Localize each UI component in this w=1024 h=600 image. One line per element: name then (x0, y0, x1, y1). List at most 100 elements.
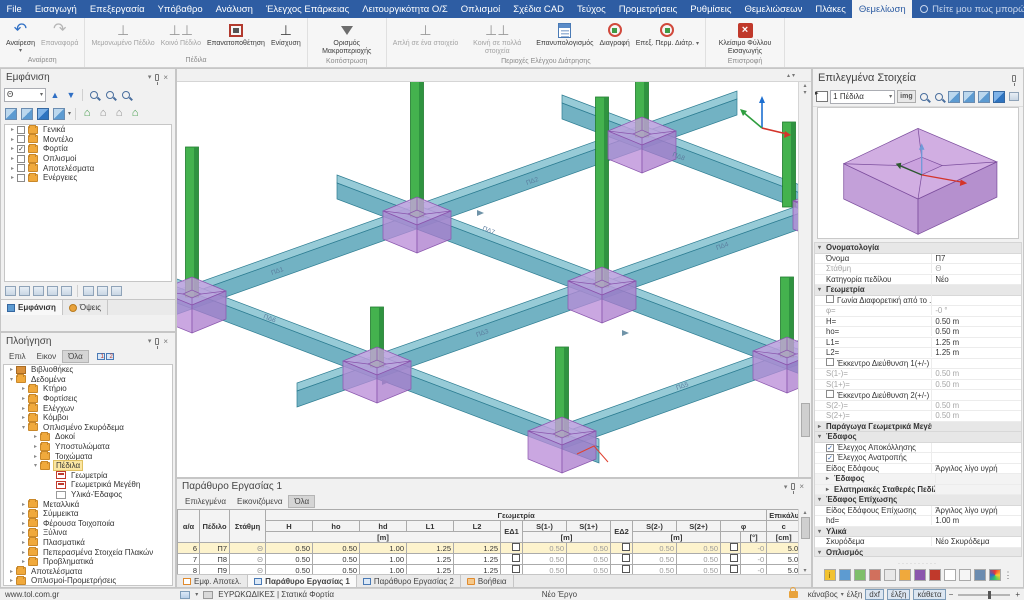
pin-icon[interactable] (155, 74, 159, 81)
viewport-vscrollbar[interactable]: ▴ ▾ (798, 82, 811, 477)
cell-ed2-checkbox[interactable] (611, 543, 633, 554)
property-row[interactable]: L2= 1.25 m (815, 348, 1021, 359)
export-excel-icon[interactable] (854, 569, 866, 581)
cell-aa[interactable]: 6 (178, 543, 200, 554)
pin-icon[interactable] (155, 338, 159, 345)
find-icon[interactable] (33, 286, 44, 296)
display-tree-item[interactable]: ▸ Γενικά (5, 125, 171, 135)
expand-icon[interactable]: ▸ (8, 136, 17, 143)
macro-region-button[interactable]: Ορισμός Μακροπεριοχής (311, 19, 383, 57)
close-entry-sheet-button[interactable]: × Κλείσιμο Φύλλου Εισαγωγής (709, 19, 781, 57)
section-arrow-icon[interactable]: ▸ (823, 486, 832, 493)
cell-aa[interactable]: 7 (178, 554, 200, 565)
property-row[interactable]: Κατηγορία πεδίλου Νέο (815, 275, 1021, 286)
property-row[interactable]: L1= 1.25 m (815, 338, 1021, 349)
tab-work-window-2[interactable]: Παράθυρο Εργασίας 2 (357, 575, 461, 587)
scroll-up-icon[interactable]: ▴ (803, 509, 806, 516)
col-header-s2m[interactable]: S(2-) (633, 521, 677, 532)
property-row[interactable]: Έκκεντρο Διεύθυνση 1(+/-) (815, 359, 1021, 370)
expand-icon[interactable]: ▸ (31, 443, 40, 450)
expand-icon[interactable]: ▸ (8, 126, 17, 133)
menu-item[interactable]: Προμετρήσεις (612, 0, 683, 18)
expand-icon[interactable]: ▾ (7, 376, 16, 383)
zoom-extents-icon[interactable] (918, 90, 931, 103)
property-row[interactable]: ▾ Έδαφος (815, 432, 1021, 443)
property-row[interactable]: ✓Έλεγχος Ανατροπής (815, 453, 1021, 464)
nav-tree-item[interactable]: ▸ Ξύλινα (4, 528, 172, 538)
property-row[interactable]: Όνομα Π7 (815, 254, 1021, 265)
ww-filter-shown[interactable]: Εικονιζόμενα (232, 496, 287, 507)
scroll-down-icon[interactable]: ▾ (792, 72, 795, 79)
property-value[interactable]: Θ (932, 264, 1021, 273)
expand-icon[interactable]: ▾ (31, 462, 40, 469)
nav-tree-item[interactable]: ▸ Φέρουσα Τοιχοποιία (4, 519, 172, 529)
zoom-out-button[interactable]: − (949, 590, 954, 599)
cell-hd[interactable]: 1.00 (360, 554, 407, 565)
export-report-icon[interactable] (869, 569, 881, 581)
view-cube-sw-icon[interactable] (947, 90, 960, 103)
col-header-hd[interactable]: hd (360, 521, 407, 532)
expand-icon[interactable]: ▸ (19, 501, 28, 508)
view-cube-iso-icon[interactable] (36, 107, 50, 120)
cell-ho[interactable]: 0.50 (313, 554, 360, 565)
property-row[interactable]: ▾ Οπλισμός (815, 548, 1021, 558)
panel-menu-icon[interactable]: ▾ (146, 73, 154, 81)
panel-menu-icon[interactable]: ▾ (146, 337, 154, 345)
expand-icon[interactable]: ▸ (19, 549, 28, 556)
property-row[interactable]: ▾ Υλικά (815, 527, 1021, 538)
property-row[interactable]: ▸ Έδαφος (815, 474, 1021, 485)
filter-icon[interactable] (47, 286, 58, 296)
nav-tree-item[interactable]: ▸ Κόμβοι (4, 413, 172, 423)
cell-L1[interactable]: 1.25 (407, 554, 454, 565)
table-row[interactable]: 6 Π7 Θ 0.50 0.50 1.00 1.25 1.25 0.50 0.5… (178, 543, 801, 554)
display-tree-item[interactable]: ▸ Αποτελέσματα (5, 163, 171, 173)
zoom-slider[interactable] (958, 594, 1010, 596)
property-row[interactable]: S(2+)= 0.50 m (815, 411, 1021, 422)
cell-phi-checkbox[interactable] (721, 554, 741, 565)
col-header-pedilo[interactable]: Πέδιλο (200, 510, 230, 543)
nav-tree-item[interactable]: ▸ Σύμμεικτα (4, 509, 172, 519)
lock-icon[interactable] (789, 591, 798, 598)
property-value[interactable]: 0.50 m (932, 411, 1021, 420)
cell-c[interactable]: 5.0 (767, 554, 801, 565)
col-header-s2p[interactable]: S(2+) (677, 521, 721, 532)
nav-tree-item[interactable]: Γεωμετρικά Μεγέθη (4, 480, 172, 490)
property-checkbox[interactable] (826, 295, 834, 303)
display-tree-item[interactable]: ▸ Ενέργειες (5, 173, 171, 183)
cell-name[interactable]: Π8 (200, 554, 230, 565)
color-wheel-icon[interactable] (989, 569, 1001, 581)
slider-knob[interactable] (988, 591, 991, 599)
display-tree-item[interactable]: ▸ Οπλισμοί (5, 154, 171, 164)
strengthen-button[interactable]: ⊥ Ενίσχυση (268, 19, 304, 56)
view-cube-se-icon[interactable] (20, 107, 34, 120)
section-arrow-icon[interactable]: ▾ (815, 244, 824, 251)
level-up-button[interactable]: ▲ (48, 88, 62, 101)
nav-tree-item[interactable]: Γεωμετρία (4, 471, 172, 481)
expand-icon[interactable]: ▸ (7, 366, 16, 373)
col-header-aa[interactable]: α/α (178, 510, 200, 543)
property-row[interactable]: Σκυρόδεμα Νέο Σκυρόδεμα (815, 537, 1021, 548)
menu-item[interactable]: Σχέδια CAD (507, 0, 571, 18)
house-solid-icon[interactable]: ⌂ (112, 107, 126, 120)
scroll-down-icon[interactable]: ▾ (803, 89, 806, 96)
checkbox[interactable] (730, 565, 738, 573)
tab-work-window-1[interactable]: Παράθυρο Εργασίας 1 (248, 575, 357, 587)
menu-item[interactable]: Υπόβαθρο (151, 0, 209, 18)
zoom-window-icon[interactable] (933, 90, 946, 103)
view-cube-sw-icon[interactable] (4, 107, 18, 120)
level-down-button[interactable]: ▼ (64, 88, 78, 101)
close-icon[interactable]: × (797, 482, 806, 491)
nav-tree-item[interactable]: Υλικά-Έδαφος (4, 490, 172, 500)
section-arrow-icon[interactable]: ▾ (815, 549, 824, 556)
layers-icon[interactable] (839, 569, 851, 581)
cell-H[interactable]: 0.50 (266, 554, 313, 565)
nav-tree-item[interactable]: ▸ Ελέγχων (4, 403, 172, 413)
more-icon[interactable]: ⋮ (1004, 570, 1013, 581)
page-icon[interactable] (944, 569, 956, 581)
checkbox[interactable] (622, 554, 630, 562)
zoom-in-button[interactable]: + (1015, 590, 1020, 599)
nav-tree-item[interactable]: ▾ Πέδιλα (4, 461, 172, 471)
section-arrow-icon[interactable]: ▸ (815, 423, 824, 430)
property-checkbox[interactable] (826, 358, 834, 366)
expand-icon[interactable]: ▸ (19, 529, 28, 536)
